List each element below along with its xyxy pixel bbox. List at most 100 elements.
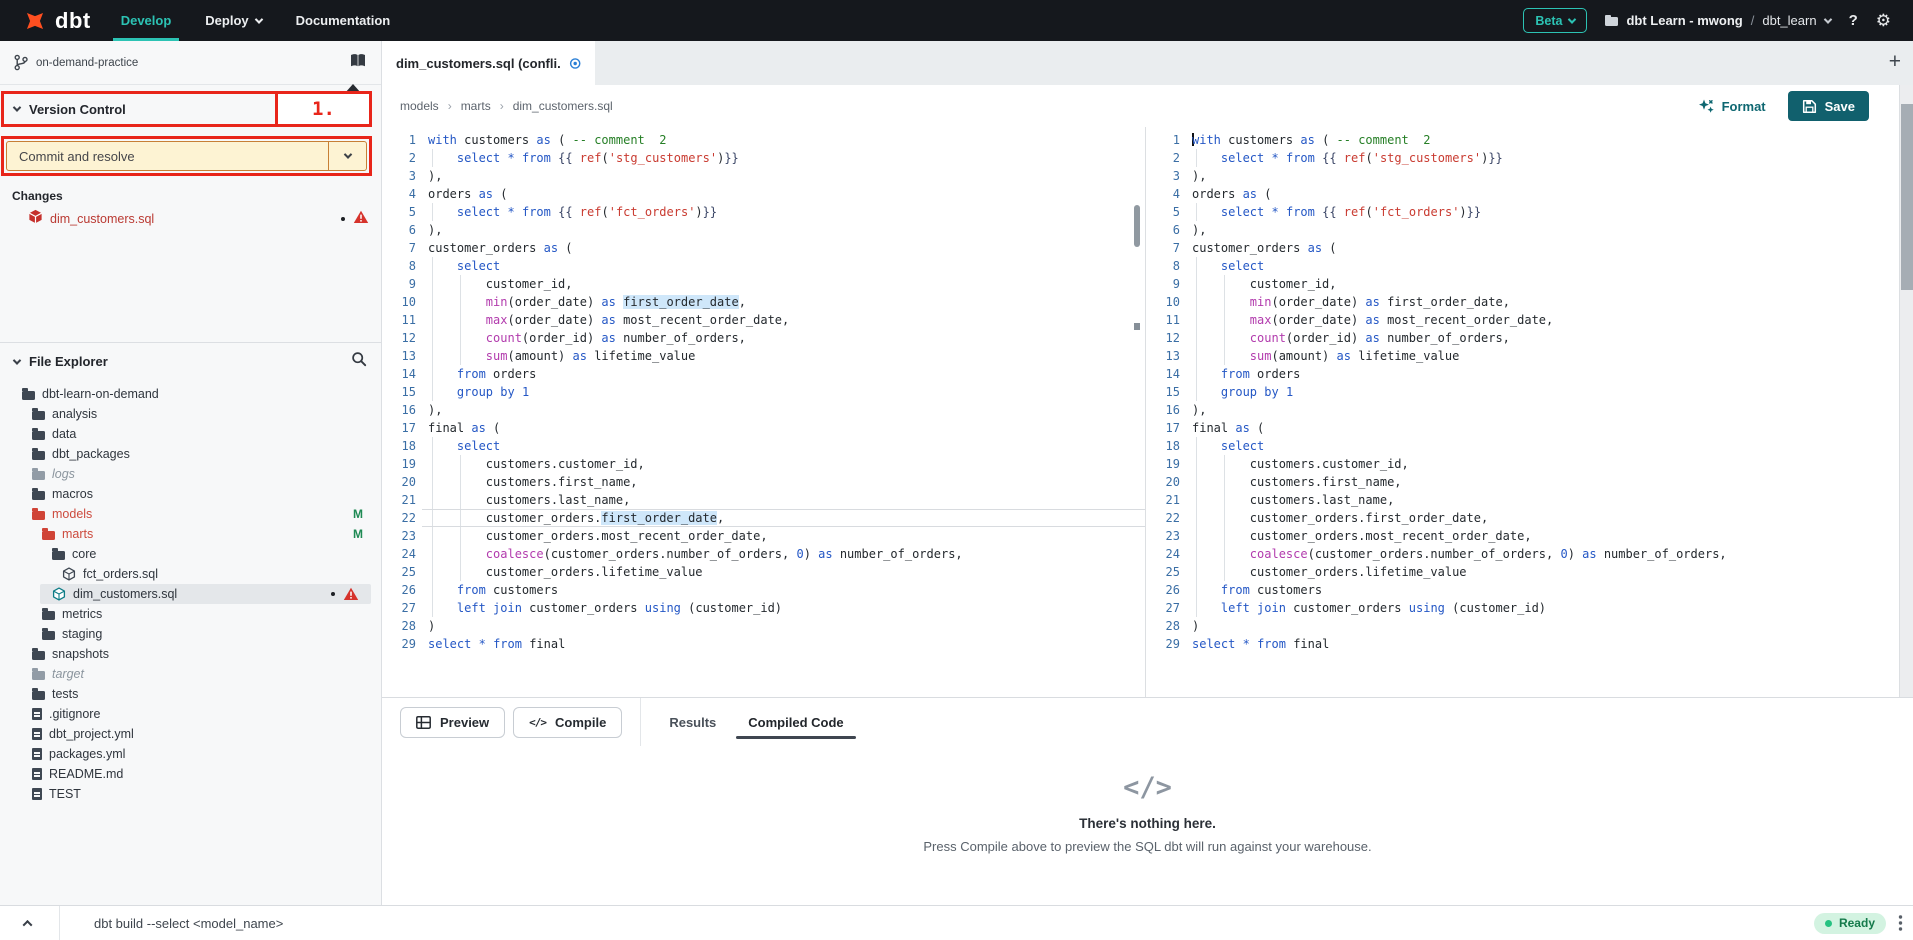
dbt-logo[interactable]: dbt <box>22 8 91 34</box>
breadcrumb-separator: › <box>448 99 452 113</box>
line-number: 9 <box>382 275 416 293</box>
tree-item-label: macros <box>52 487 93 501</box>
tree-item-fct-orders-sql[interactable]: fct_orders.sql <box>0 564 381 584</box>
code-line: 29select * from final <box>1146 635 1913 653</box>
tree-item-macros[interactable]: macros <box>0 484 381 504</box>
git-branch-icon <box>14 54 28 71</box>
beta-dropdown[interactable]: Beta <box>1523 8 1587 33</box>
tree-item-dbt-project-yml[interactable]: dbt_project.yml <box>0 724 381 744</box>
line-number: 22 <box>382 509 416 527</box>
nav-item-develop[interactable]: Develop <box>121 0 172 41</box>
file-explorer-header[interactable]: File Explorer <box>0 343 381 380</box>
nav-item-documentation[interactable]: Documentation <box>296 0 391 41</box>
code-line: 20 customers.first_name, <box>1146 473 1913 491</box>
top-navbar: dbt Develop Deploy Documentation Beta dbt … <box>0 0 1913 41</box>
folder-icon <box>22 391 35 400</box>
gear-icon[interactable]: ⚙ <box>1876 11 1891 31</box>
breadcrumb-item[interactable]: marts <box>461 99 491 113</box>
new-tab-button[interactable]: + <box>1889 49 1901 75</box>
tree-item-dbt-packages[interactable]: dbt_packages <box>0 444 381 464</box>
code-line: 17final as ( <box>1146 419 1913 437</box>
commit-dropdown-caret[interactable] <box>328 142 366 170</box>
tree-item-label: dbt-learn-on-demand <box>42 387 159 401</box>
code-editor-left[interactable]: 1with customers as ( -- comment 22 selec… <box>382 127 1146 697</box>
save-button[interactable]: Save <box>1788 91 1869 121</box>
code-line: 14 from orders <box>382 365 1145 383</box>
line-number: 11 <box>1146 311 1180 329</box>
line-number: 24 <box>382 545 416 563</box>
tree-item-packages-yml[interactable]: packages.yml <box>0 744 381 764</box>
project-switcher[interactable]: dbt Learn - mwong / dbt_learn <box>1605 13 1830 28</box>
breadcrumb-item[interactable]: models <box>400 99 439 113</box>
preview-button[interactable]: Preview <box>400 707 505 738</box>
panel-tab-results[interactable]: Results <box>653 698 732 746</box>
annotation-step-number: 1. <box>275 91 372 127</box>
changed-file-row[interactable]: dim_customers.sql <box>0 210 381 228</box>
scrollbar-thumb[interactable] <box>1901 104 1913 290</box>
code-icon: </> <box>1123 772 1172 803</box>
code-line: 26 from customers <box>1146 581 1913 599</box>
nav-item-deploy[interactable]: Deploy <box>205 0 261 41</box>
format-button[interactable]: Format <box>1698 98 1766 115</box>
tree-item-staging[interactable]: staging <box>0 624 381 644</box>
tree-item-snapshots[interactable]: snapshots <box>0 644 381 664</box>
sparkles-icon <box>1698 98 1715 115</box>
folder-icon <box>32 431 45 440</box>
folder-icon <box>32 651 45 660</box>
code-line: 1with customers as ( -- comment 2 <box>1146 131 1913 149</box>
folder-icon <box>32 471 45 480</box>
panel-tab-compiled-code[interactable]: Compiled Code <box>732 698 859 746</box>
line-number: 25 <box>382 563 416 581</box>
code-editor-right[interactable]: 1with customers as ( -- comment 22 selec… <box>1146 127 1913 697</box>
git-branch-row[interactable]: on-demand-practice <box>0 41 381 85</box>
ready-dot-icon <box>1825 920 1832 927</box>
open-book-icon[interactable] <box>349 53 367 73</box>
tree-item-dim-customers-sql[interactable]: dim_customers.sql <box>40 584 371 604</box>
editor-scrollbar[interactable] <box>1899 85 1913 697</box>
tree-item-target[interactable]: target <box>0 664 381 684</box>
conflict-warning-icon <box>353 210 369 229</box>
compile-button[interactable]: </> Compile <box>513 707 622 738</box>
tree-item-metrics[interactable]: metrics <box>0 604 381 624</box>
tree-item-label: dbt_packages <box>52 447 130 461</box>
code-line: 14 from orders <box>1146 365 1913 383</box>
breadcrumb-item[interactable]: dim_customers.sql <box>513 99 613 113</box>
line-number: 16 <box>1146 401 1180 419</box>
chevron-down-icon[interactable] <box>13 103 21 111</box>
code-line: 26 from customers <box>382 581 1145 599</box>
code-line: 24 coalesce(customer_orders.number_of_or… <box>1146 545 1913 563</box>
command-input[interactable]: dbt build --select <model_name> <box>94 916 283 931</box>
code-line: 8 select <box>382 257 1145 275</box>
code-line: 2 select * from {{ ref('stg_customers')}… <box>1146 149 1913 167</box>
tree-item-analysis[interactable]: analysis <box>0 404 381 424</box>
line-number: 27 <box>382 599 416 617</box>
help-icon[interactable]: ? <box>1849 12 1858 29</box>
kebab-menu-icon[interactable] <box>1898 914 1903 932</box>
line-number: 18 <box>1146 437 1180 455</box>
tree-item-logs[interactable]: logs <box>0 464 381 484</box>
tree-item-readme-md[interactable]: README.md <box>0 764 381 784</box>
file-explorer-title: File Explorer <box>29 354 108 369</box>
tree-item-tests[interactable]: tests <box>0 684 381 704</box>
tree-item-test[interactable]: TEST <box>0 784 381 804</box>
tree-item-models[interactable]: modelsM <box>0 504 381 524</box>
project-separator: / <box>1751 13 1755 28</box>
branch-menu[interactable]: dbt_learn <box>1762 13 1816 28</box>
tree-item-dbt-learn-on-demand[interactable]: dbt-learn-on-demand <box>0 384 381 404</box>
pane-scrollbar-thumb[interactable] <box>1134 205 1140 247</box>
search-icon[interactable] <box>351 351 367 372</box>
code-line: 4orders as ( <box>1146 185 1913 203</box>
collapse-chevron-up-icon[interactable] <box>24 914 31 932</box>
code-line: 16), <box>1146 401 1913 419</box>
dbt-logo-icon <box>22 8 48 34</box>
tree-item-marts[interactable]: martsM <box>0 524 381 544</box>
tree-item-core[interactable]: core <box>0 544 381 564</box>
commit-and-resolve-button[interactable]: Commit and resolve <box>6 141 367 171</box>
line-number: 21 <box>382 491 416 509</box>
tab-dim-customers[interactable]: dim_customers.sql (confli... <box>382 41 595 85</box>
line-number: 6 <box>1146 221 1180 239</box>
line-number: 1 <box>382 131 416 149</box>
tree-item--gitignore[interactable]: .gitignore <box>0 704 381 724</box>
tree-item-data[interactable]: data <box>0 424 381 444</box>
nav-item-label: Documentation <box>296 13 391 28</box>
